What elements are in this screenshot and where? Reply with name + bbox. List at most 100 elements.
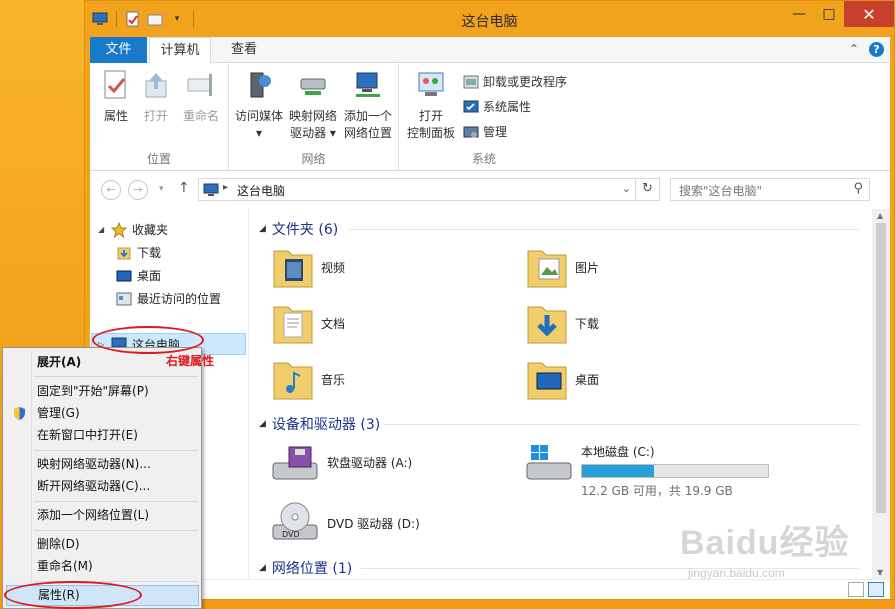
drive-usage-bar bbox=[581, 464, 769, 478]
open-icon bbox=[145, 73, 167, 98]
folder-desktop[interactable]: 桌面 bbox=[525, 355, 599, 403]
folder-label: 视频 bbox=[321, 260, 346, 275]
download-folder-icon bbox=[117, 247, 131, 259]
menu-item-open-new-window[interactable]: 在新窗口中打开(E) bbox=[6, 425, 199, 446]
tree-item-downloads[interactable]: 下载 bbox=[116, 244, 161, 261]
open-cp-label-1: 打开 bbox=[418, 109, 443, 123]
manage-icon bbox=[463, 126, 479, 138]
collapse-icon[interactable]: ◢ bbox=[259, 224, 266, 234]
forward-button[interactable]: → bbox=[128, 180, 148, 200]
recent-places-icon bbox=[116, 292, 132, 305]
folder-label: 文档 bbox=[321, 316, 346, 331]
system-properties-label: 系统属性 bbox=[483, 100, 532, 114]
open-control-panel-button[interactable]: 打开 控制面板 bbox=[403, 69, 459, 142]
details-view-icon[interactable] bbox=[848, 582, 864, 597]
menu-item-manage[interactable]: 管理(G) bbox=[6, 403, 199, 424]
ribbon-group-system: 打开 控制面板 卸载或更改程序 系统属性 管理 系统 bbox=[399, 63, 569, 171]
maximize-button[interactable]: □ bbox=[814, 1, 844, 27]
dvd-drive-icon: DVD bbox=[272, 502, 318, 540]
manage-button[interactable]: 管理 bbox=[463, 123, 507, 140]
menu-separator bbox=[34, 501, 198, 502]
chevron-down-icon[interactable]: ⌄ bbox=[622, 182, 631, 195]
tab-file[interactable]: 文件 bbox=[90, 37, 147, 63]
annotation-label: 右键属性 bbox=[166, 354, 215, 368]
close-button[interactable]: ✕ bbox=[844, 1, 894, 27]
collapse-icon[interactable]: ◢ bbox=[259, 419, 266, 429]
search-box[interactable]: 搜索"这台电脑" ⚲ bbox=[670, 178, 870, 201]
network-drive-icon bbox=[300, 78, 326, 95]
folder-label: 音乐 bbox=[321, 372, 346, 387]
video-folder-icon bbox=[273, 250, 313, 288]
folder-documents[interactable]: 文档 bbox=[271, 299, 345, 347]
map-drive-label-1: 映射网络 bbox=[288, 109, 337, 123]
desktop-icon bbox=[116, 270, 132, 281]
drive-local-c[interactable]: 本地磁盘 (C:) 12.2 GB 可用，共 19.9 GB bbox=[525, 441, 769, 499]
folder-pictures[interactable]: 图片 bbox=[525, 243, 599, 291]
map-drive-button[interactable]: 映射网络 驱动器 ▾ bbox=[287, 69, 339, 142]
expand-icon[interactable]: ◢ bbox=[98, 225, 106, 234]
tiles-view-icon[interactable] bbox=[868, 582, 884, 597]
tab-computer[interactable]: 计算机 bbox=[149, 37, 211, 64]
group-header-devices[interactable]: ◢ 设备和驱动器 (3) bbox=[259, 414, 380, 434]
uninstall-program-button[interactable]: 卸载或更改程序 bbox=[463, 73, 567, 90]
properties-icon bbox=[104, 70, 126, 99]
status-bar bbox=[90, 579, 890, 599]
tree-item-recent[interactable]: 最近访问的位置 bbox=[116, 290, 221, 307]
tree-label: 下载 bbox=[137, 246, 162, 260]
refresh-button[interactable]: ↻ bbox=[635, 179, 659, 200]
up-button[interactable]: ↑ bbox=[178, 180, 190, 196]
chevron-up-icon[interactable]: ⌃ bbox=[849, 42, 859, 57]
floppy-drive-icon bbox=[272, 446, 318, 480]
music-folder-icon bbox=[273, 362, 313, 400]
minimize-button[interactable]: — bbox=[784, 1, 814, 27]
folder-label: 图片 bbox=[575, 260, 600, 275]
menu-item-pin-start[interactable]: 固定到"开始"屏幕(P) bbox=[6, 381, 199, 402]
menu-item-rename[interactable]: 重命名(M) bbox=[6, 556, 199, 577]
system-properties-button[interactable]: 系统属性 bbox=[463, 98, 531, 115]
folder-downloads[interactable]: 下载 bbox=[525, 299, 599, 347]
menu-item-disconnect-drive[interactable]: 断开网络驱动器(C)... bbox=[6, 476, 199, 497]
scroll-down-icon[interactable]: ▼ bbox=[877, 568, 883, 577]
group-header-network[interactable]: ◢ 网络位置 (1) bbox=[259, 558, 352, 578]
drive-label: 本地磁盘 (C:) bbox=[581, 445, 655, 459]
menu-item-add-network-location[interactable]: 添加一个网络位置(L) bbox=[6, 505, 199, 526]
folder-music[interactable]: 音乐 bbox=[271, 355, 345, 403]
ribbon-tabs-right: ⌃ ? bbox=[849, 42, 884, 57]
open-button[interactable]: 打开 bbox=[138, 69, 174, 125]
context-menu: 展开(A) 固定到"开始"屏幕(P) 管理(G) 在新窗口中打开(E) 映射网络… bbox=[2, 347, 202, 609]
add-network-location-button[interactable]: 添加一个 网络位置 bbox=[341, 69, 395, 142]
tree-item-favorites[interactable]: ◢ 收藏夹 bbox=[98, 221, 168, 238]
properties-button[interactable]: 属性 bbox=[98, 69, 134, 125]
vertical-scrollbar[interactable]: ▲ ▼ bbox=[872, 209, 890, 579]
search-icon[interactable]: ⚲ bbox=[853, 181, 863, 196]
back-button[interactable]: ← bbox=[101, 180, 121, 200]
scroll-up-icon[interactable]: ▲ bbox=[877, 211, 883, 220]
breadcrumb-arrow-icon[interactable]: ▸ bbox=[223, 182, 228, 193]
tab-view[interactable]: 查看 bbox=[219, 37, 269, 63]
access-media-button[interactable]: 访问媒体 ▾ bbox=[233, 69, 285, 142]
address-bar[interactable]: ▸ 这台电脑 ⌄ ↻ bbox=[198, 178, 660, 201]
rename-button[interactable]: 重命名 bbox=[178, 69, 224, 125]
folder-videos[interactable]: 视频 bbox=[271, 243, 345, 291]
search-placeholder: 搜索"这台电脑" bbox=[679, 184, 763, 198]
breadcrumb-this-pc[interactable]: 这台电脑 bbox=[237, 182, 285, 199]
menu-item-delete[interactable]: 删除(D) bbox=[6, 534, 199, 555]
collapse-icon[interactable]: ◢ bbox=[259, 563, 266, 573]
access-media-dropdown: ▾ bbox=[255, 126, 263, 140]
menu-item-map-drive[interactable]: 映射网络驱动器(N)... bbox=[6, 454, 199, 475]
group-header-folders[interactable]: ◢ 文件夹 (6) bbox=[259, 219, 338, 239]
recent-locations-dropdown[interactable]: ▾ bbox=[159, 184, 164, 194]
annotation-circle-properties bbox=[4, 581, 142, 609]
open-label: 打开 bbox=[143, 109, 168, 123]
help-icon[interactable]: ? bbox=[869, 42, 884, 57]
drive-dvd[interactable]: DVD DVD 驱动器 (D:) bbox=[271, 499, 420, 545]
watermark-logo: Baidu经验 bbox=[680, 524, 850, 562]
add-location-label-1: 添加一个 bbox=[343, 109, 392, 123]
manage-label: 管理 bbox=[483, 125, 508, 139]
star-icon bbox=[111, 221, 127, 238]
window-controls: — □ ✕ bbox=[784, 1, 894, 27]
scrollbar-thumb[interactable] bbox=[876, 223, 886, 513]
drive-floppy[interactable]: 软盘驱动器 (A:) bbox=[271, 441, 412, 487]
tree-item-desktop[interactable]: 桌面 bbox=[116, 267, 161, 284]
tree-label: 桌面 bbox=[137, 269, 162, 283]
